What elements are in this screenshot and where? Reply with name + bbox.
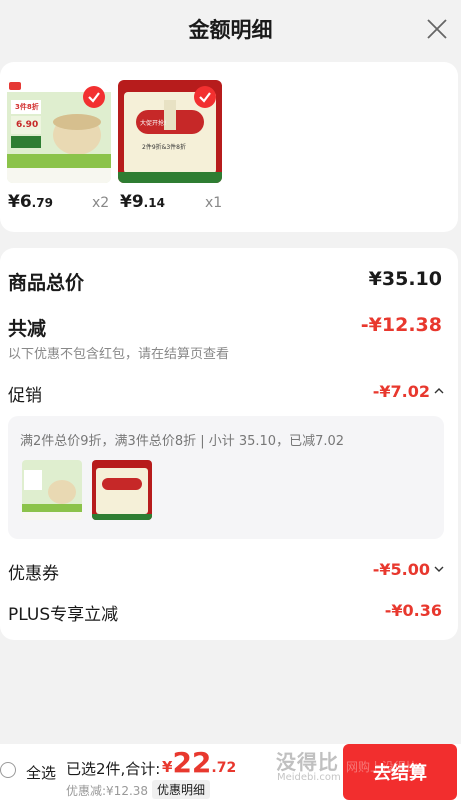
product-item[interactable]: 大促开抢! 2件9折&3件8折 bbox=[118, 80, 222, 183]
total-price-value: ¥35.10 bbox=[368, 268, 442, 290]
product-price: ¥9.14 bbox=[120, 192, 165, 212]
watermark-url: Meidebi.com bbox=[277, 772, 341, 783]
plus-discount-label: PLUS专享立减 bbox=[8, 605, 119, 625]
thumb-sub: 2件9折&3件8折 bbox=[142, 144, 186, 151]
selected-info: 已选2件,合计: bbox=[66, 760, 161, 778]
checkout-bar: 全选 已选2件,合计: ¥22.72 优惠减:¥12.38 优惠明细 去结算 没… bbox=[0, 744, 461, 800]
chevron-down-icon[interactable] bbox=[434, 564, 444, 574]
watermark-logo: 没得比 bbox=[276, 750, 339, 774]
page-title: 金额明细 bbox=[188, 18, 273, 42]
plus-discount-value: -¥0.36 bbox=[384, 601, 442, 620]
select-all-radio[interactable] bbox=[0, 762, 16, 778]
coupon-label: 优惠券 bbox=[8, 564, 59, 584]
thumb-label: 大促开抢! bbox=[140, 120, 167, 127]
product-price: ¥6.79 bbox=[8, 192, 53, 212]
watermark-slogan: 网购上没得比 bbox=[346, 760, 419, 774]
reduce-note: 以下优惠不包含红包，请在结算页查看 bbox=[8, 347, 230, 362]
products-card: 3件8折 6.90 ¥6.79 x2 大促开抢! 2件9折&3件8折 ¥9.14 bbox=[0, 62, 458, 232]
chevron-up-icon[interactable] bbox=[434, 386, 444, 396]
summary-card: 商品总价 ¥35.10 共减 -¥12.38 以下优惠不包含红包，请在结算页查看… bbox=[0, 248, 458, 640]
promo-label: 促销 bbox=[8, 386, 42, 406]
discount-summary: 优惠减:¥12.38 bbox=[66, 784, 149, 798]
product-item[interactable]: 3件8折 6.90 bbox=[7, 80, 111, 183]
coupon-value: -¥5.00 bbox=[372, 560, 430, 579]
header: 金额明细 bbox=[0, 0, 461, 58]
thumb-label: 3件8折 bbox=[15, 103, 39, 111]
total-price-label: 商品总价 bbox=[8, 272, 85, 294]
promo-description: 满2件总价9折，满3件总价8折 | 小计 35.10，已减7.02 bbox=[20, 434, 345, 449]
thumb-price: 6.90 bbox=[16, 120, 39, 130]
close-icon[interactable] bbox=[425, 17, 449, 41]
promo-value: -¥7.02 bbox=[372, 382, 430, 401]
selected-check-icon[interactable] bbox=[83, 86, 105, 108]
product-quantity: x2 bbox=[92, 195, 110, 211]
promo-product-thumbnail bbox=[92, 460, 152, 520]
product-quantity: x1 bbox=[205, 195, 223, 211]
promo-detail-box: 满2件总价9折，满3件总价8折 | 小计 35.10，已减7.02 bbox=[8, 416, 444, 539]
selected-check-icon[interactable] bbox=[194, 86, 216, 108]
total-reduce-label: 共减 bbox=[8, 318, 47, 340]
total-amount: ¥22.72 bbox=[162, 746, 237, 779]
total-reduce-value: -¥12.38 bbox=[360, 314, 442, 336]
promo-product-thumbnail bbox=[22, 460, 82, 520]
discount-detail-button[interactable]: 优惠明细 bbox=[152, 780, 211, 799]
select-all-label[interactable]: 全选 bbox=[26, 762, 56, 783]
